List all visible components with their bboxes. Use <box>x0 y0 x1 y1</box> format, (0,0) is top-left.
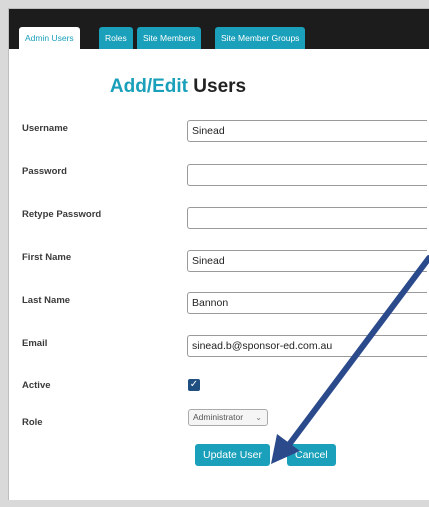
annotation-arrow-icon <box>271 255 429 464</box>
